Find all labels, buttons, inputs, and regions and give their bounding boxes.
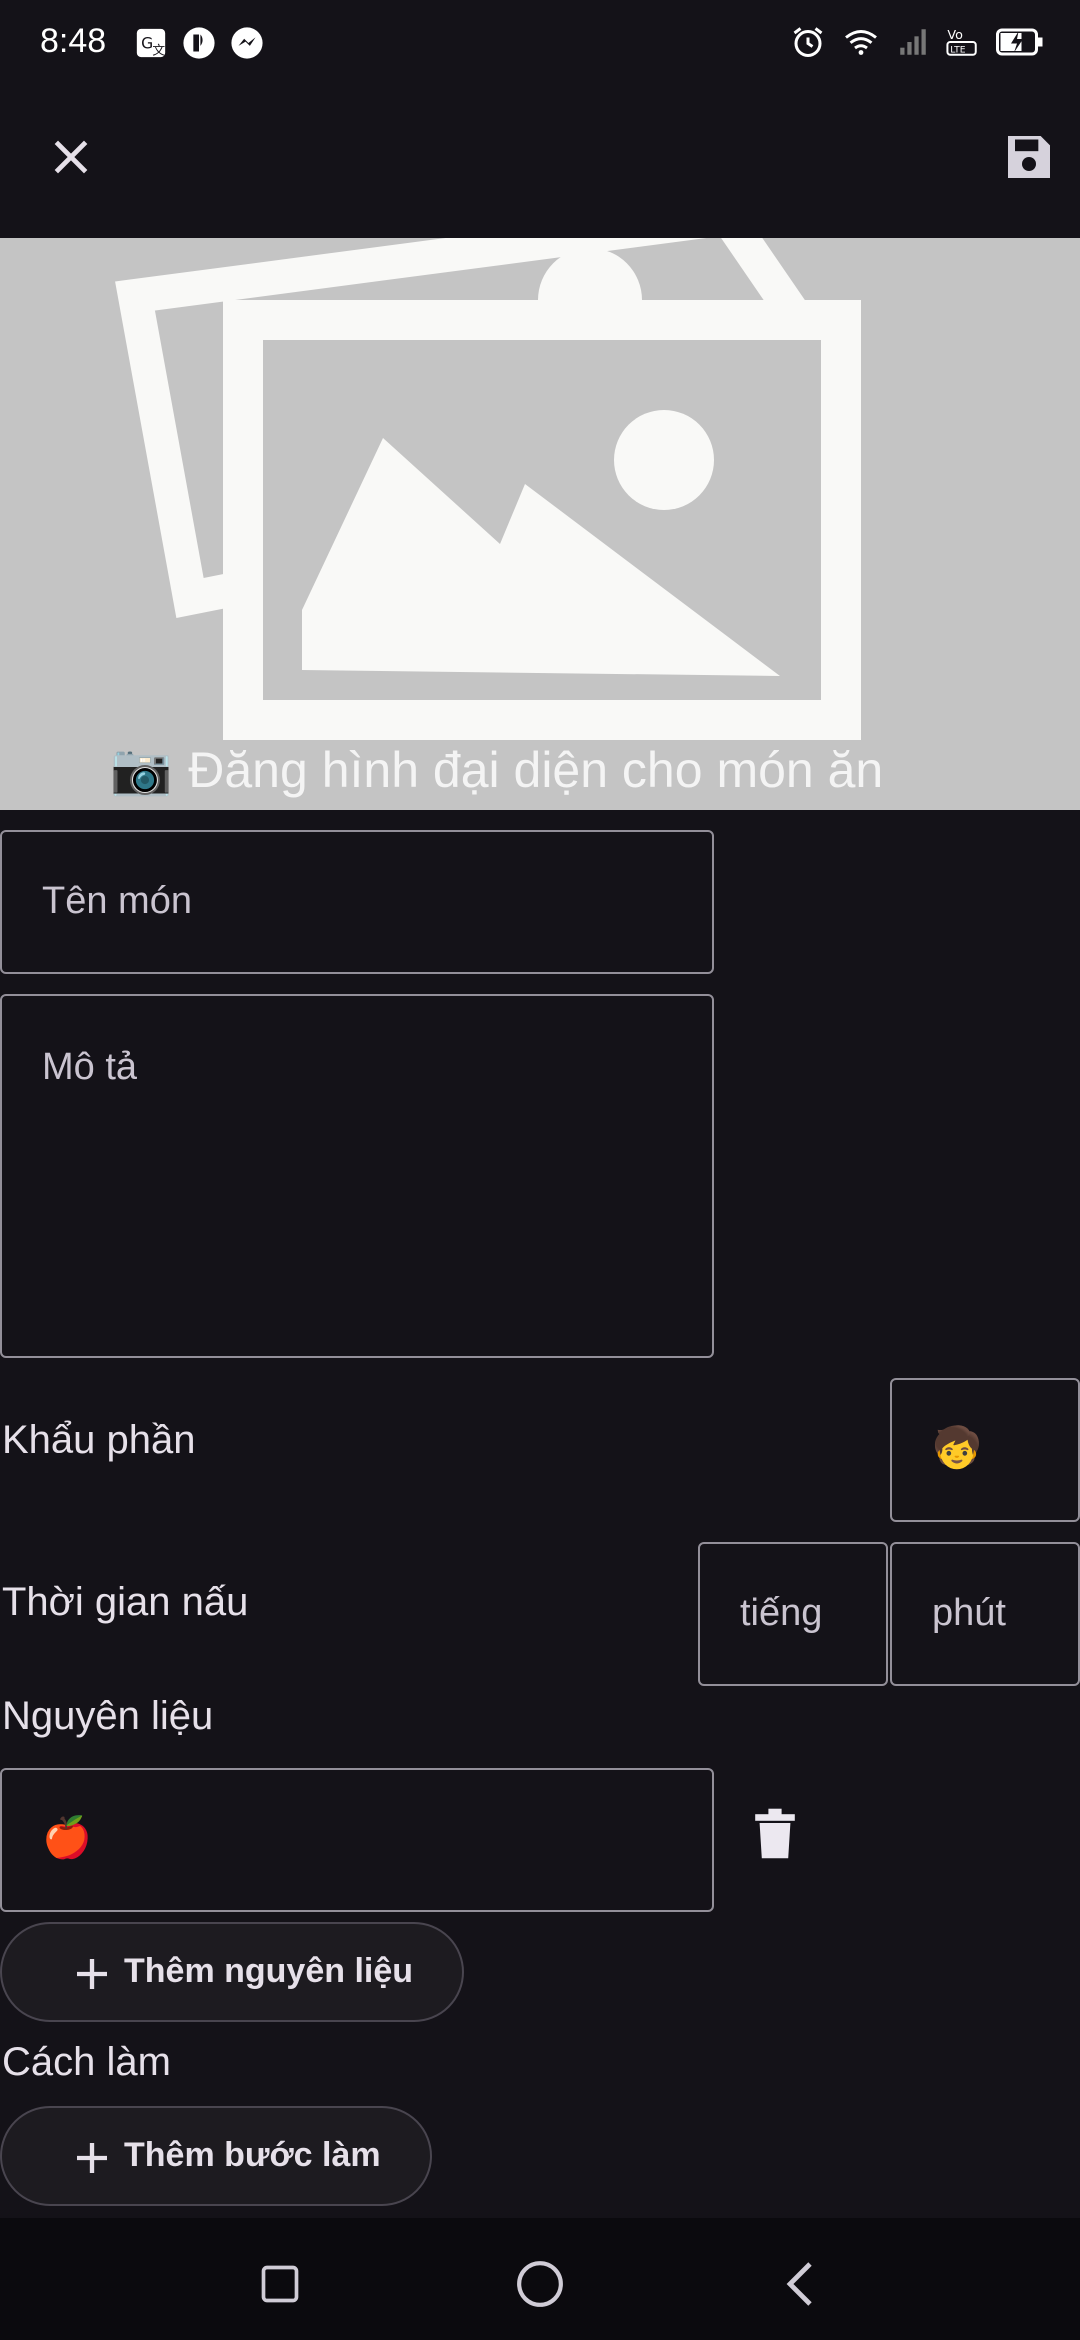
status-right-icons: Vo LTE bbox=[790, 24, 1044, 60]
hero-caption-text: Đăng hình đại diện cho món ăn bbox=[188, 741, 884, 798]
notification-icon bbox=[183, 27, 215, 59]
translate-icon: G文 bbox=[136, 28, 165, 58]
svg-text:LTE: LTE bbox=[950, 45, 965, 56]
add-ingredient-button[interactable]: Thêm nguyên liệu bbox=[0, 1922, 464, 2022]
description-field[interactable]: Mô tả bbox=[0, 994, 714, 1358]
minutes-placeholder: phút bbox=[932, 1592, 1006, 1634]
back-button[interactable] bbox=[770, 2254, 830, 2314]
description-placeholder: Mô tả bbox=[42, 1046, 138, 1088]
battery-charging-icon bbox=[996, 28, 1043, 56]
svg-text:G: G bbox=[141, 35, 153, 53]
home-button[interactable] bbox=[510, 2254, 570, 2314]
system-navigation-bar bbox=[0, 2218, 1080, 2340]
dish-name-placeholder: Tên món bbox=[42, 880, 192, 922]
top-app-bar bbox=[0, 90, 1080, 238]
circle-icon bbox=[517, 2261, 563, 2307]
status-bar: 8:48 G文 Vo LTE bbox=[0, 0, 1080, 90]
add-step-label: Thêm bước làm bbox=[124, 2136, 381, 2174]
dish-image-picker[interactable]: 📷 Đăng hình đại diện cho món ăn bbox=[0, 238, 1080, 810]
image-placeholder-icon bbox=[115, 238, 861, 740]
ingredient-emoji: 🍎 bbox=[42, 1816, 92, 1860]
dish-name-field[interactable]: Tên món bbox=[0, 830, 714, 974]
svg-text:文: 文 bbox=[152, 43, 165, 58]
delete-ingredient-button[interactable] bbox=[746, 1798, 804, 1870]
cook-time-label: Thời gian nấu bbox=[2, 1580, 249, 1624]
save-button[interactable] bbox=[984, 112, 1074, 202]
messenger-icon bbox=[231, 27, 263, 59]
alarm-icon bbox=[793, 27, 823, 57]
ingredient-field[interactable]: 🍎 bbox=[0, 1768, 714, 1912]
servings-emoji: 🧒 bbox=[932, 1426, 982, 1470]
minutes-field[interactable]: phút bbox=[890, 1542, 1080, 1686]
status-left-icons: G文 bbox=[134, 26, 264, 60]
square-icon bbox=[261, 2265, 299, 2303]
camera-icon: 📷 bbox=[110, 741, 173, 797]
close-button[interactable] bbox=[26, 112, 116, 202]
servings-label: Khẩu phần bbox=[2, 1418, 196, 1462]
steps-label: Cách làm bbox=[2, 2040, 171, 2084]
close-icon bbox=[54, 140, 88, 174]
delete-icon bbox=[755, 1808, 795, 1859]
hero-caption: 📷 Đăng hình đại diện cho món ăn bbox=[110, 740, 883, 799]
hours-placeholder: tiếng bbox=[740, 1592, 823, 1634]
back-icon bbox=[786, 2262, 812, 2306]
add-ingredient-label: Thêm nguyên liệu bbox=[124, 1952, 414, 1990]
hours-field[interactable]: tiếng bbox=[698, 1542, 888, 1686]
svg-text:Vo: Vo bbox=[947, 28, 963, 43]
ingredients-label: Nguyên liệu bbox=[2, 1694, 214, 1738]
save-icon bbox=[1008, 136, 1050, 178]
wifi-icon bbox=[845, 30, 877, 55]
plus-icon bbox=[77, 2143, 107, 2173]
recents-button[interactable] bbox=[250, 2254, 310, 2314]
plus-icon bbox=[77, 1959, 107, 1989]
status-time: 8:48 bbox=[40, 22, 107, 60]
signal-icon bbox=[900, 29, 926, 55]
servings-field[interactable]: 🧒 bbox=[890, 1378, 1080, 1522]
volte-icon: Vo LTE bbox=[946, 28, 977, 56]
add-step-button[interactable]: Thêm bước làm bbox=[0, 2106, 432, 2206]
